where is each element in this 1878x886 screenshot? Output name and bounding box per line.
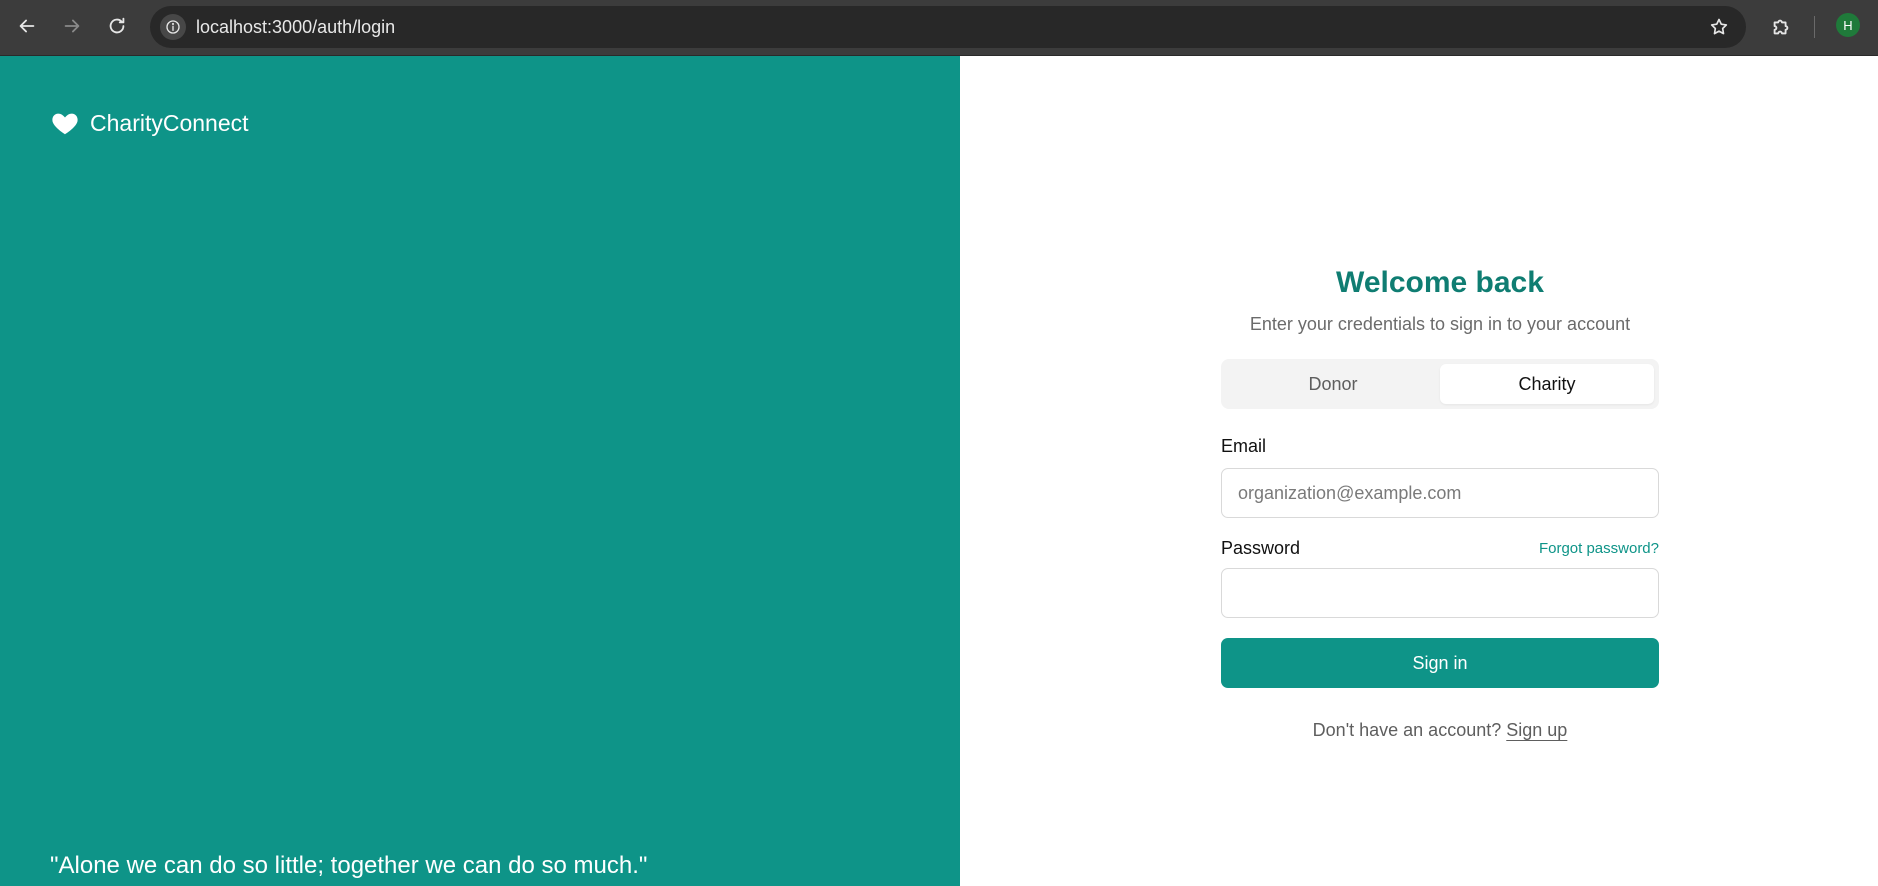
reload-button[interactable]: [97, 8, 137, 44]
address-bar[interactable]: localhost:3000/auth/login: [150, 6, 1746, 48]
page-subtitle: Enter your credentials to sign in to you…: [1249, 314, 1631, 334]
brand-name: CharityConnect: [90, 109, 249, 136]
arrow-right-icon: [64, 19, 80, 33]
sign-in-button[interactable]: Sign in: [1221, 638, 1659, 688]
email-field[interactable]: [1221, 468, 1659, 518]
password-field[interactable]: [1221, 568, 1659, 618]
reload-icon: [109, 17, 125, 34]
bookmark-button[interactable]: [1704, 12, 1734, 42]
url-text: localhost:3000/auth/login: [196, 17, 396, 37]
email-label: Email: [1221, 436, 1267, 456]
password-label: Password: [1221, 538, 1301, 558]
tab-donor[interactable]: Donor: [1226, 364, 1440, 404]
back-button[interactable]: [7, 8, 47, 44]
forgot-password-link[interactable]: Forgot password?: [1539, 540, 1659, 557]
sign-up-link[interactable]: Sign up: [1506, 720, 1567, 740]
role-tabs: Donor Charity: [1221, 359, 1659, 409]
browser-toolbar: localhost:3000/auth/login H: [0, 0, 1878, 56]
page-title: Welcome back: [1336, 266, 1544, 299]
login-panel: Welcome back Enter your credentials to s…: [960, 56, 1878, 886]
login-form: Welcome back Enter your credentials to s…: [1221, 266, 1659, 741]
brand-panel: CharityConnect "Alone we can do so littl…: [0, 56, 960, 886]
heart-icon: [52, 113, 78, 135]
brand-logo[interactable]: CharityConnect: [50, 108, 249, 138]
site-info-button[interactable]: [160, 14, 186, 40]
quote-text: "Alone we can do so little; together we …: [50, 852, 648, 879]
star-icon: [1710, 18, 1728, 35]
forward-button[interactable]: [52, 8, 92, 44]
password-header: Password Forgot password?: [1221, 538, 1659, 559]
signup-row: Don't have an account? Sign up: [1221, 720, 1659, 741]
tab-charity[interactable]: Charity: [1440, 364, 1654, 404]
extensions-button[interactable]: [1764, 10, 1798, 44]
toolbar-divider: [1814, 16, 1815, 38]
arrow-left-icon: [19, 19, 35, 33]
puzzle-icon: [1773, 19, 1789, 35]
signup-prompt: Don't have an account?: [1312, 720, 1502, 740]
info-icon: [166, 20, 180, 34]
profile-avatar[interactable]: H: [1836, 13, 1860, 37]
